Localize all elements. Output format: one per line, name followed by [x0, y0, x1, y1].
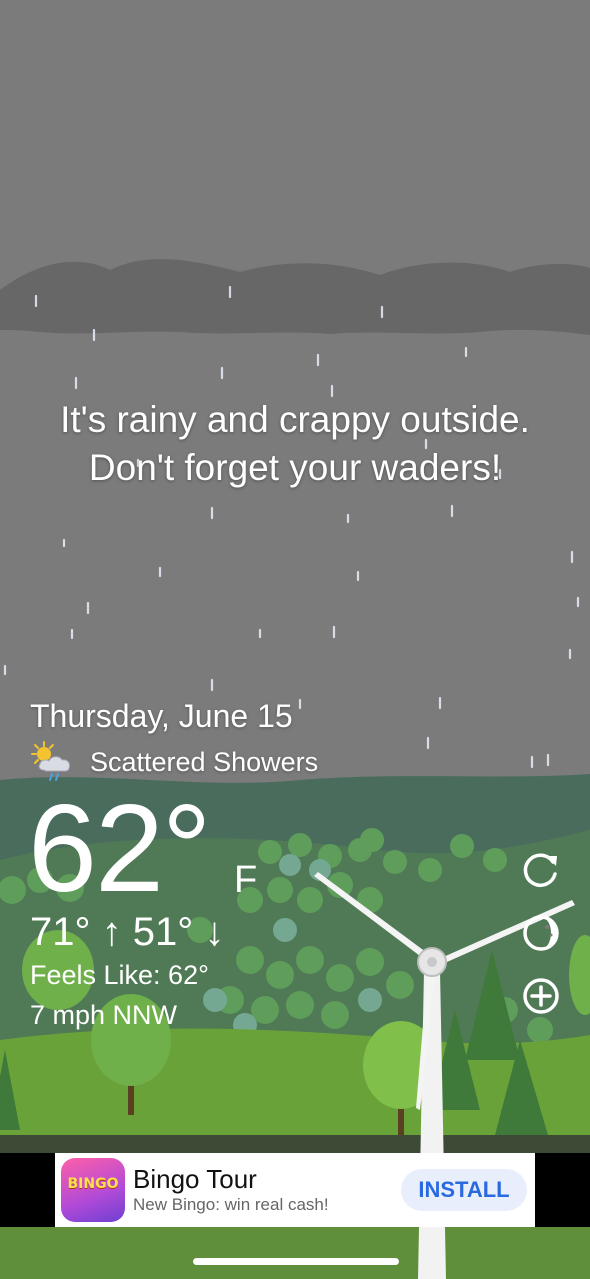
headline-line-2: Don't forget your waders!: [88, 447, 502, 488]
weather-scene: [0, 0, 590, 1279]
condition-text: Scattered Showers: [90, 746, 319, 777]
ad-text-block: Bingo Tour New Bingo: win real cash!: [133, 1164, 401, 1216]
dark-band: [0, 1135, 590, 1153]
install-button[interactable]: INSTALL: [401, 1169, 527, 1211]
home-indicator[interactable]: [193, 1258, 399, 1265]
add-location-button[interactable]: [520, 975, 562, 1017]
storm-cloud: [0, 259, 590, 335]
ad-title: Bingo Tour: [133, 1164, 257, 1194]
moon-icon: [523, 915, 559, 951]
ad-letterbox-left: [0, 1153, 55, 1227]
wind-speed: 7 mph NNW: [30, 1000, 178, 1030]
moon-button[interactable]: [520, 912, 562, 954]
date-label: Thursday, June 15: [30, 698, 293, 734]
sun-cloud-rain-icon: [31, 741, 70, 781]
current-temperature: 62°: [28, 780, 212, 918]
condition-row: Scattered Showers: [30, 740, 318, 784]
weather-headline: It's rainy and crappy outside. Don't for…: [0, 396, 590, 492]
ad-letterbox-right: [535, 1153, 590, 1227]
ad-icon-text: BINGO: [67, 1176, 119, 1192]
refresh-button[interactable]: [520, 849, 562, 891]
high-low-temps: 71° ↑ 51° ↓: [30, 910, 225, 954]
ad-subtitle: New Bingo: win real cash!: [133, 1195, 329, 1214]
add-circle-icon: [523, 978, 559, 1014]
bingo-app-icon: BINGO: [61, 1158, 125, 1222]
refresh-icon: [523, 853, 557, 887]
ad-banner[interactable]: BINGO Bingo Tour New Bingo: win real cas…: [55, 1153, 535, 1227]
headline-line-1: It's rainy and crappy outside.: [60, 399, 530, 440]
feels-like: Feels Like: 62°: [30, 960, 209, 990]
temperature-unit[interactable]: F: [234, 858, 257, 902]
